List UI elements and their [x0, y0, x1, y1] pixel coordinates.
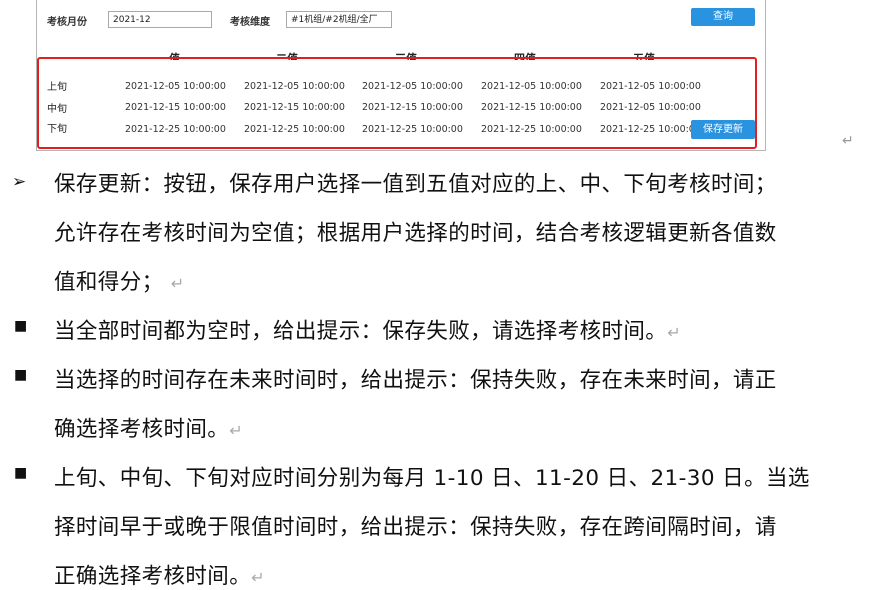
time-cell[interactable]: 2021-12-05 10:00:00 — [125, 81, 226, 92]
row-label-upper: 上旬 — [47, 82, 67, 93]
return-mark: ↵ — [251, 568, 265, 587]
time-cell[interactable]: 2021-12-25 10:00:00 — [244, 124, 345, 135]
arrow-bullet-icon: ➢ — [12, 172, 27, 192]
item1-line2: 允许存在考核时间为空值；根据用户选择的时间，结合考核逻辑更新各值数 — [54, 221, 777, 246]
paragraph-return-mark: ↵ — [842, 133, 854, 149]
dimension-input[interactable]: #1机组/#2机组/全厂 — [286, 11, 392, 28]
dimension-label: 考核维度 — [230, 17, 270, 28]
item3-line2: 确选择考核时间。↵ — [54, 412, 243, 443]
time-cell[interactable]: 2021-12-05 10:00:00 — [244, 81, 345, 92]
square-bullet-icon: ■ — [14, 367, 28, 383]
item4-line1: 上旬、中旬、下旬对应时间分别为每月 1-10 日、11-20 日、21-30 日… — [54, 466, 810, 491]
item1-line3: 值和得分； ↵ — [54, 265, 185, 296]
item4-line3-text: 正确选择考核时间。 — [54, 564, 252, 589]
query-button[interactable]: 查询 — [691, 8, 755, 26]
time-cell[interactable]: 2021-12-05 10:00:00 — [600, 81, 701, 92]
time-cell[interactable]: 2021-12-05 10:00:00 — [481, 81, 582, 92]
time-cell[interactable]: 2021-12-05 10:00:00 — [362, 81, 463, 92]
time-cell[interactable]: 2021-12-25 10:00:00 — [125, 124, 226, 135]
row-label-middle: 中旬 — [47, 104, 67, 115]
row-label-lower: 下旬 — [47, 124, 67, 135]
embedded-ui-screenshot: 考核月份 2021-12 考核维度 #1机组/#2机组/全厂 查询 一值 二值 … — [36, 0, 766, 151]
item3-line2-text: 确选择考核时间。 — [54, 417, 230, 442]
time-cell[interactable]: 2021-12-25 10:00:00 — [600, 124, 701, 135]
time-cell[interactable]: 2021-12-05 10:00:00 — [600, 102, 701, 113]
item1-line3-text: 值和得分； — [54, 270, 164, 295]
item3-line1: 当选择的时间存在未来时间时，给出提示：保持失败，存在未来时间，请正 — [54, 368, 777, 393]
return-mark: ↵ — [667, 323, 682, 342]
time-cell[interactable]: 2021-12-15 10:00:00 — [244, 102, 345, 113]
square-bullet-icon: ■ — [14, 465, 28, 481]
square-bullet-icon: ■ — [14, 318, 28, 334]
item1-line1: 保存更新：按钮，保存用户选择一值到五值对应的上、中、下旬考核时间； — [54, 172, 777, 197]
time-cell[interactable]: 2021-12-25 10:00:00 — [362, 124, 463, 135]
time-cell[interactable]: 2021-12-15 10:00:00 — [362, 102, 463, 113]
time-cell[interactable]: 2021-12-15 10:00:00 — [481, 102, 582, 113]
return-mark: ↵ — [170, 274, 185, 293]
month-input[interactable]: 2021-12 — [108, 11, 212, 28]
item2-line1: 当全部时间都为空时，给出提示：保存失败，请选择考核时间。↵ — [54, 314, 681, 345]
return-mark: ↵ — [229, 421, 244, 440]
item4-line2: 择时间早于或晚于限值时间时，给出提示：保持失败，存在跨间隔时间，请 — [54, 515, 777, 540]
time-cell[interactable]: 2021-12-15 10:00:00 — [125, 102, 226, 113]
time-cell[interactable]: 2021-12-25 10:00:00 — [481, 124, 582, 135]
save-update-button[interactable]: 保存更新 — [691, 120, 755, 139]
item2-line1-text: 当全部时间都为空时，给出提示：保存失败，请选择考核时间。 — [54, 319, 668, 344]
month-label: 考核月份 — [47, 17, 87, 28]
item4-line3: 正确选择考核时间。↵ — [54, 559, 265, 590]
